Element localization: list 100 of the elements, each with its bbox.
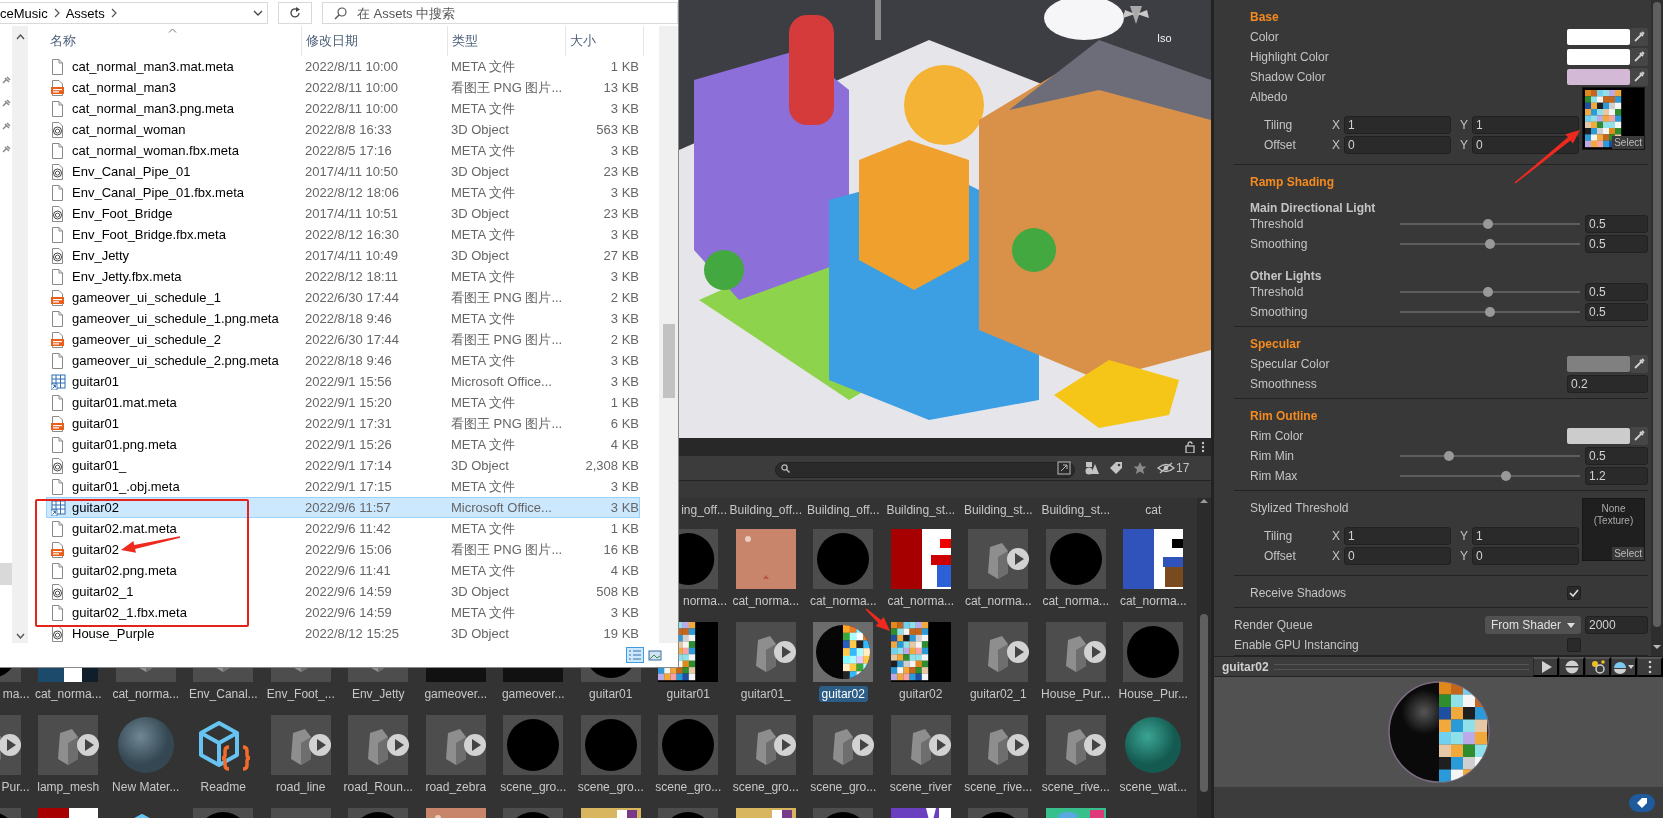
color-swatch[interactable] [1567,69,1630,85]
asset-name[interactable]: guitar01_ [737,686,794,702]
texture-thumbnail[interactable] [890,622,951,682]
color-swatch[interactable] [1567,356,1630,372]
hidden-eye-icon[interactable] [1157,462,1175,474]
asset-name[interactable]: cat_norma... [961,593,1035,609]
mesh-thumbnail[interactable] [968,622,1029,682]
slider-thumb[interactable] [1485,307,1495,317]
asset-name[interactable]: Env_Jetty [348,686,408,702]
mesh-thumbnail[interactable] [968,715,1029,775]
section-title[interactable]: Rim Outline [1250,406,1648,426]
asset-name[interactable]: cat_norma... [109,686,183,702]
mesh-thumbnail[interactable] [270,715,331,775]
asset-name[interactable]: scene_gro... [729,779,802,795]
file-row[interactable]: House_Purple 2022/8/12 15:25 3D Object 19 KB [46,623,640,644]
asset-name[interactable]: cat_norma... [729,593,803,609]
dropdown[interactable]: From Shader [1485,616,1581,634]
number-field[interactable]: 0.5 [1585,235,1648,253]
play-icon[interactable] [308,733,332,757]
material-thumbnail[interactable] [580,668,641,682]
asset-name[interactable]: Pur... [0,779,30,795]
file-row[interactable]: guitar02 2022/9/6 15:06 看图王 PNG 图片... 16 KB [46,539,640,560]
slider-track[interactable] [1400,305,1580,319]
file-row[interactable]: guitar01_.obj.meta 2022/9/1 17:15 META 文件 3 KB [46,476,640,497]
eyedropper-button[interactable] [1630,427,1648,445]
asset-name[interactable]: Building_off... [804,502,883,518]
pin-icon[interactable] [1,99,11,107]
mesh-thumbnail[interactable] [735,622,796,682]
material-thumbnail[interactable] [1123,715,1184,775]
asset-name[interactable]: Building_st... [1038,502,1114,518]
number-field[interactable]: 1 [1472,116,1579,134]
file-row[interactable]: guitar01.png.meta 2022/9/1 15:26 META 文件 4 KB [46,434,640,455]
file-row[interactable]: Env_Foot_Bridge.fbx.meta 2022/8/12 16:30 META 文件 3 KB [46,224,640,245]
file-row[interactable]: cat_normal_man3 2022/8/11 10:00 看图王 PNG 图片... 13 KB [46,77,640,98]
file-row[interactable]: gameover_ui_schedule_1 2022/6/30 17:44 看图王 PNG 图片... 2 KB [46,287,640,308]
scrollbar-thumb[interactable] [662,324,675,398]
eyedropper-button[interactable] [1630,68,1648,86]
star-icon[interactable] [1133,461,1147,475]
mesh-thumbnail[interactable] [968,529,1029,589]
file-row[interactable]: cat_normal_woman.fbx.meta 2022/8/5 17:16 META 文件 3 KB [46,140,640,161]
asset-name[interactable]: Building_st... [960,502,1036,518]
asset-name[interactable]: scene_rive... [961,779,1036,795]
number-field[interactable]: 1.2 [1585,467,1648,485]
asset-name[interactable]: cat_norma... [1039,593,1113,609]
file-row[interactable]: Env_Jetty.fbx.meta 2022/8/12 18:11 META 文件 3 KB [46,266,640,287]
scroll-up-icon[interactable] [15,34,25,40]
tag-icon[interactable] [1109,461,1123,475]
material-thumbnail[interactable] [813,529,874,589]
file-row[interactable]: guitar01 2022/9/1 17:31 看图王 PNG 图片... 6 KB [46,413,640,434]
eyedropper-button[interactable] [1630,28,1648,46]
mesh-thumbnail[interactable] [425,715,486,775]
mesh-thumbnail[interactable] [890,715,951,775]
asset-name[interactable]: scene_gro... [497,779,570,795]
color-swatch[interactable] [1567,49,1630,65]
play-icon[interactable] [1005,640,1030,664]
asset-name[interactable]: House_Pur... [1038,686,1114,702]
play-icon[interactable] [1083,640,1107,664]
asset-name[interactable]: scene_gro... [652,779,725,795]
thumbnail-view-button[interactable] [646,647,664,663]
play-icon[interactable] [773,733,797,757]
number-field[interactable]: 0.5 [1585,283,1648,301]
file-row[interactable]: guitar01 2022/9/1 15:56 Microsoft Office... 3 KB [46,371,640,392]
section-title[interactable]: Ramp Shading [1250,172,1648,192]
eyedropper-button[interactable] [1630,48,1648,66]
select-button[interactable]: Select [1612,547,1644,560]
slider-thumb[interactable] [1485,239,1495,249]
play-icon[interactable] [850,733,875,757]
asset-name[interactable]: cat_norma... [31,686,105,702]
number-field[interactable]: 0.5 [1585,215,1648,233]
section-title[interactable]: Base [1250,7,1648,27]
mesh-thumbnail[interactable] [38,715,99,775]
mesh-thumbnail[interactable] [348,668,409,682]
asset-name[interactable]: lamp_mesh [34,779,103,795]
play-icon[interactable] [1005,733,1030,757]
file-row[interactable]: guitar02.png.meta 2022/9/6 11:41 META 文件 4 KB [46,560,640,581]
asset-name[interactable]: Env_Canal... [185,686,261,702]
material-thumbnail[interactable] [580,715,641,775]
asset-name[interactable]: ing_off... [678,502,727,518]
asset-name[interactable]: Building_off... [726,502,805,518]
search-field[interactable] [775,462,1075,478]
search-window-icon[interactable] [1057,461,1071,475]
pin-icon[interactable] [1,76,11,84]
asset-name[interactable]: Readme [197,779,249,795]
play-icon[interactable] [0,733,22,757]
mesh-thumbnail[interactable] [348,715,409,775]
material-thumbnail[interactable] [1123,622,1184,682]
asset-name[interactable]: guitar01 [586,686,636,702]
material-thumbnail[interactable] [115,715,176,775]
asset-name[interactable]: scene_river [886,779,955,795]
skybox-button[interactable] [1611,656,1637,677]
checkbox[interactable] [1567,586,1581,600]
asset-name[interactable]: Env_Foot_... [263,686,338,702]
texture-thumbnail[interactable] [890,529,951,589]
select-button[interactable]: Select [1612,136,1644,149]
asset-name[interactable]: ma... [0,686,30,702]
mesh-thumbnail[interactable] [735,715,796,775]
asset-name[interactable]: guitar02 [896,686,946,702]
scrollbar-thumb[interactable] [1653,2,1661,627]
file-row[interactable]: guitar02_1.fbx.meta 2022/9/6 14:59 META 文件 3 KB [46,602,640,623]
play-icon[interactable] [385,733,410,757]
